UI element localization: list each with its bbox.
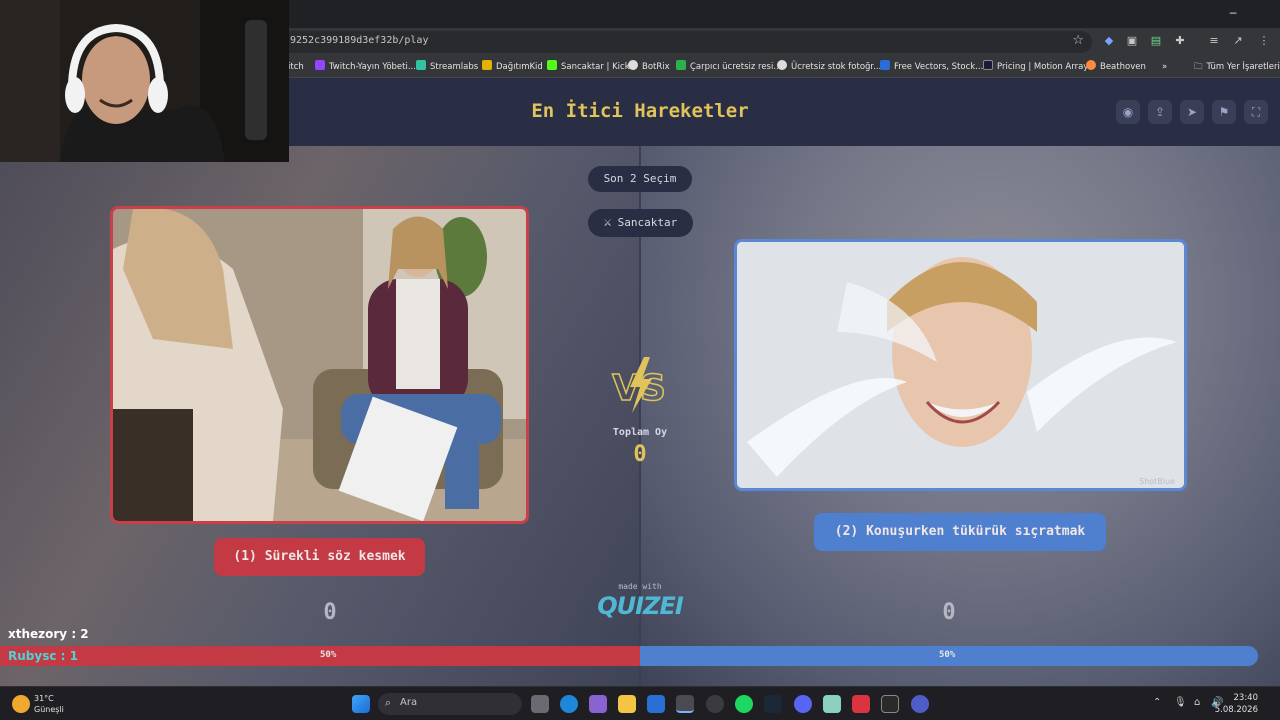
option-1-image[interactable] [110,206,529,524]
bookmark-item[interactable]: DağıtımKid [482,60,543,74]
file-explorer-icon[interactable] [618,695,636,713]
webcam-feed [0,0,289,162]
image-watermark: ShotBlue [1139,477,1175,486]
obs-icon[interactable] [706,695,724,713]
app-icon[interactable] [823,695,841,713]
bookmark-item[interactable]: Twitch-Yayın Yöbeti... [315,60,416,74]
bookmark-item[interactable]: Pricing | Motion Array [983,60,1088,74]
search-placeholder: Ara [400,697,418,708]
weather-icon[interactable] [12,695,30,713]
dagitimkid-icon [482,60,492,70]
taskbar-search[interactable]: ⌕ Ara [378,693,522,715]
extension-icon-3[interactable]: ▤ [1148,33,1164,49]
vs-logo: VS [611,357,667,413]
botrix-icon [628,60,638,70]
flag-icon[interactable]: ⚑ [1212,100,1236,124]
network-icon[interactable]: ⌂ [1194,697,1200,708]
option-2-percent: 50% [939,650,956,660]
url-text: 9252c399189d3ef32b/play [290,35,429,46]
chat-line: xthezory : 2 [8,627,89,641]
bookmark-item[interactable]: Çarpıcı ücretsiz resi... [676,60,781,74]
bookmark-star-icon[interactable]: ☆ [1072,33,1084,48]
option-2-score: 0 [942,600,956,625]
spotify-icon[interactable] [735,695,753,713]
quiz-page: En İtici Hareketler ◉ ⇪ ➤ ⚑ ⛶ Son 2 Seçi… [0,78,1280,686]
bookmark-item[interactable]: Beathoven [1086,60,1146,74]
motion-array-icon [983,60,993,70]
option-1-photo [113,209,526,521]
app-icon-blue[interactable] [911,695,929,713]
bookmark-item[interactable]: Ücretsiz stok fotoğr... [777,60,881,74]
beathoven-icon [1086,60,1096,70]
tray-overflow-icon[interactable]: ⌃ [1153,697,1161,708]
option-1-progress-bar: 50% [0,646,640,666]
twitch-icon [315,60,325,70]
option-2-image[interactable]: ShotBlue [734,239,1187,491]
edge-icon[interactable] [560,695,578,713]
pixabay-icon [676,60,686,70]
send-icon[interactable]: ➤ [1180,100,1204,124]
extension-icon-2[interactable]: ▣ [1124,33,1140,49]
total-votes-value: 0 [633,442,647,467]
bookmarks-overflow-button[interactable]: » [1162,60,1167,74]
made-with-label: made with [618,582,662,591]
author-name: Sancaktar [617,216,678,229]
outlook-icon[interactable] [647,695,665,713]
extensions-puzzle-icon[interactable]: ✚ [1172,33,1188,49]
pexels-icon [777,60,787,70]
menu-kebab-icon[interactable]: ⋮ [1256,33,1272,49]
streamlabs-icon [416,60,426,70]
bookmark-item[interactable]: itch [288,60,304,74]
address-bar[interactable]: 9252c399189d3ef32b/play ☆ [280,31,1092,53]
weather-widget[interactable]: 31°C Güneşli [34,693,64,715]
reading-list-icon[interactable]: ≡ [1206,33,1222,49]
share-icon[interactable]: ↗ [1230,33,1246,49]
task-view-icon[interactable] [531,695,549,713]
minimize-button[interactable]: ─ [1216,4,1250,24]
option-2-button[interactable]: (2) Konuşurken tükürük sıçratmak [814,513,1106,551]
copilot-icon[interactable] [589,695,607,713]
webcam-overlay [0,0,289,162]
share-icon[interactable]: ⇪ [1148,100,1172,124]
folder-icon: 🗀 [1194,62,1203,72]
kick-icon [547,60,557,70]
app-icon-red[interactable] [852,695,870,713]
chrome-icon[interactable] [676,695,694,713]
all-bookmarks-folder[interactable]: 🗀 Tüm Yer İşaretleri [1194,60,1280,74]
quizei-logo[interactable]: QUIZEI [590,592,690,620]
round-badge: Son 2 Seçim [588,166,692,192]
fullscreen-icon[interactable]: ⛶ [1244,100,1268,124]
discord-icon[interactable] [794,695,812,713]
microphone-icon[interactable]: 🎙 [1174,697,1187,708]
option-2-photo: ShotBlue [737,242,1184,488]
search-icon: ⌕ [385,696,392,709]
bookmark-item[interactable]: Sancaktar | Kick [547,60,630,74]
windows-taskbar: 31°C Güneşli ⌕ Ara ⌃ 🎙 ⌂ 🔊 23:40 5.08.20… [0,686,1280,720]
eye-icon[interactable]: ◉ [1116,100,1140,124]
option-2-progress-bar: 50% [640,646,1258,666]
bookmark-item[interactable]: Streamlabs [416,60,478,74]
vpn-extension-icon[interactable]: ◆ [1101,33,1117,49]
total-votes-label: Toplam Oy [612,427,668,438]
system-clock[interactable]: 23:40 5.08.2026 [1215,692,1258,716]
epic-games-icon[interactable] [881,695,899,713]
bookmark-item[interactable]: Free Vectors, Stock... [880,60,983,74]
bookmark-item[interactable]: BotRix [628,60,670,74]
steam-icon[interactable] [764,695,782,713]
option-1-score: 0 [323,600,337,625]
windows-start-icon[interactable] [352,695,370,713]
screen: ─ 9252c399189d3ef32b/play ☆ ◆ ▣ ▤ ✚ ≡ ↗ … [0,0,1280,720]
author-badge[interactable]: ⚔ Sancaktar [588,209,693,237]
option-1-percent: 50% [320,650,337,660]
option-1-button[interactable]: (1) Sürekli söz kesmek [214,538,425,576]
freepik-icon [880,60,890,70]
chat-line: Rubysc : 1 [8,649,78,663]
author-logo-icon: ⚔ [603,215,612,230]
